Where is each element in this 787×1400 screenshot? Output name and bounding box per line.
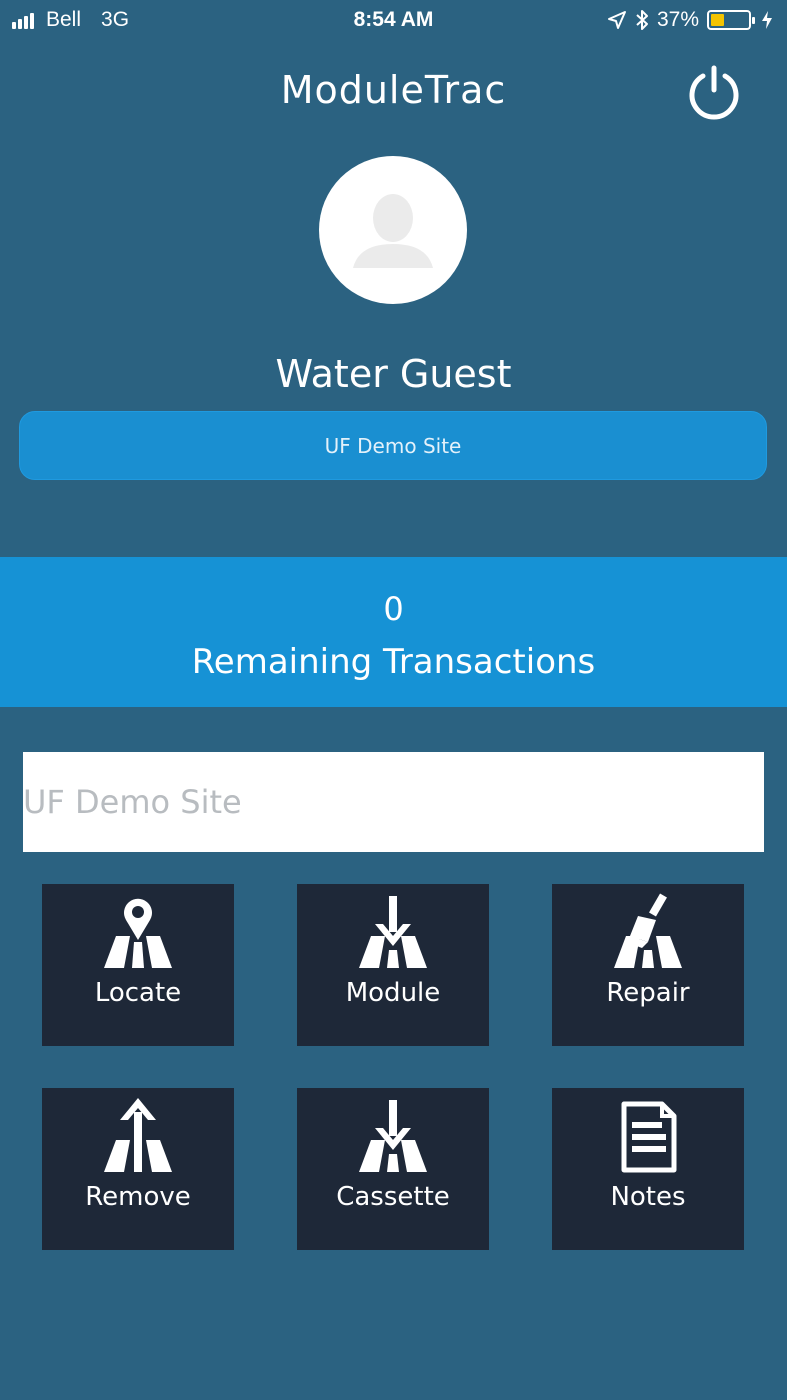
battery-percent: 37% xyxy=(656,8,699,31)
repair-road-brush-icon xyxy=(614,893,682,968)
status-bar: Bell 3G 8:54 AM 37% xyxy=(0,0,787,42)
module-road-arrow-down-icon xyxy=(359,896,427,968)
cassette-button[interactable]: Cassette xyxy=(297,1088,489,1250)
site-selector-label: UF Demo Site xyxy=(324,433,462,458)
module-button[interactable]: Module xyxy=(297,884,489,1046)
avatar[interactable] xyxy=(319,156,467,304)
cassette-road-arrow-down-icon xyxy=(359,1100,427,1172)
module-label: Module xyxy=(345,978,441,1008)
power-button[interactable] xyxy=(684,62,744,122)
cassette-label: Cassette xyxy=(336,1182,450,1212)
remove-label: Remove xyxy=(85,1182,191,1212)
locate-button[interactable]: Locate xyxy=(42,884,234,1046)
user-silhouette-icon xyxy=(353,194,433,268)
notes-label: Notes xyxy=(610,1182,686,1212)
repair-label: Repair xyxy=(606,978,690,1008)
locate-label: Locate xyxy=(94,978,182,1008)
transactions-label: Remaining Transactions xyxy=(191,642,596,682)
app-title: ModuleTrac xyxy=(280,68,507,112)
battery-fill xyxy=(711,14,724,26)
power-icon xyxy=(689,65,739,120)
status-right: 37% xyxy=(607,8,773,32)
transactions-banner xyxy=(0,557,787,707)
site-input[interactable] xyxy=(23,752,764,852)
charging-icon xyxy=(762,11,772,29)
remove-button[interactable]: Remove xyxy=(42,1088,234,1250)
location-icon xyxy=(607,11,626,29)
bluetooth-icon xyxy=(636,10,648,30)
user-name: Water Guest xyxy=(275,352,512,396)
locate-road-pin-icon xyxy=(104,898,172,968)
transactions-count: 0 xyxy=(383,590,404,628)
notes-document-icon xyxy=(621,1101,677,1173)
battery-icon xyxy=(707,10,755,30)
remove-road-arrow-up-icon xyxy=(104,1098,172,1172)
repair-button[interactable]: Repair xyxy=(552,884,744,1046)
site-selector-button[interactable]: UF Demo Site xyxy=(19,411,767,480)
notes-button[interactable]: Notes xyxy=(552,1088,744,1250)
